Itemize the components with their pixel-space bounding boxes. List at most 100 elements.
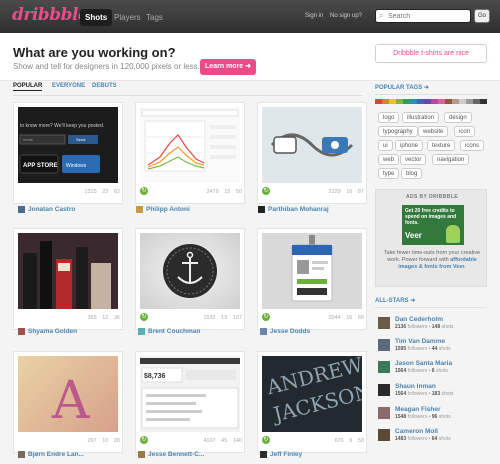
tag-type[interactable]: type bbox=[378, 168, 400, 179]
nav-shots[interactable]: Shots bbox=[80, 9, 113, 26]
shot-player[interactable]: Philipp Antoni bbox=[136, 205, 190, 215]
all-stars-heading[interactable]: ALL-STARS ➜ bbox=[375, 297, 415, 304]
tag-typography[interactable]: typography bbox=[378, 126, 418, 137]
no-signup-link[interactable]: No sign up? bbox=[330, 13, 362, 19]
likes-count: 53 bbox=[357, 438, 364, 444]
tag-navigation[interactable]: navigation bbox=[432, 154, 470, 165]
search-input[interactable] bbox=[388, 11, 468, 21]
color-swatch[interactable] bbox=[466, 99, 473, 104]
shot-player[interactable]: Brent Couchman bbox=[138, 327, 200, 337]
color-swatch[interactable] bbox=[438, 99, 445, 104]
comments-count: 12 bbox=[102, 315, 109, 321]
color-swatch[interactable] bbox=[382, 99, 389, 104]
shot-thumbnail[interactable]: $8,736 bbox=[140, 356, 240, 432]
color-swatch[interactable] bbox=[410, 99, 417, 104]
shot-player[interactable]: Jesse Bennett-C... bbox=[138, 450, 204, 460]
all-star-item[interactable]: Jason Santa Maria 1564 followers • 6 sho… bbox=[378, 360, 488, 378]
shot-thumbnail[interactable]: ANDREW JACKSON bbox=[262, 356, 362, 432]
tag-blog[interactable]: blog bbox=[401, 168, 423, 179]
shot-thumbnail[interactable]: A bbox=[18, 356, 118, 432]
shot-cityscape-illustration bbox=[18, 233, 118, 309]
shot-thumbnail[interactable] bbox=[140, 233, 240, 309]
star-name[interactable]: Tim Van Damme bbox=[395, 338, 445, 345]
shot-player[interactable]: Jeff Finley bbox=[260, 450, 302, 460]
color-swatch[interactable] bbox=[403, 99, 410, 104]
shot-card[interactable]: $8,736 ↻ 4107 45 140 bbox=[135, 351, 245, 453]
all-star-item[interactable]: Dan Cederholm 2136 followers • 148 shots bbox=[378, 316, 488, 334]
shot-letter-a-illustration: A bbox=[51, 371, 91, 431]
shot-player[interactable]: Parthiban Mohanraj bbox=[258, 205, 329, 215]
popular-tags-heading[interactable]: POPULAR TAGS ➜ bbox=[375, 84, 429, 91]
svg-text:to know more? We'll keep you p: to know more? We'll keep you posted. bbox=[20, 123, 104, 129]
color-swatch[interactable] bbox=[417, 99, 424, 104]
star-name[interactable]: Cameron Moll bbox=[395, 428, 438, 435]
all-star-item[interactable]: Meagan Fisher 1548 followers • 96 shots bbox=[378, 406, 488, 424]
sign-in-link[interactable]: Sign in bbox=[305, 13, 323, 19]
views-count: 1532 bbox=[203, 315, 216, 321]
shot-stats: 676 9 53 bbox=[262, 436, 364, 446]
shot-card[interactable]: 365 12 36 bbox=[13, 228, 123, 330]
tab-everyone[interactable]: EVERYONE bbox=[52, 83, 85, 89]
all-star-item[interactable]: Tim Van Damme 1595 followers • 44 shots bbox=[378, 338, 488, 356]
shot-card[interactable]: ↻ 2044 16 69 bbox=[257, 228, 367, 330]
sponsored-ad[interactable]: ADS BY DRIBBBLE Get 20 free credits to s… bbox=[375, 189, 487, 287]
dribbble-logo[interactable]: dribbble bbox=[12, 5, 89, 25]
star-name[interactable]: Meagan Fisher bbox=[395, 406, 441, 413]
tab-popular[interactable]: POPULAR bbox=[13, 83, 43, 91]
tag-icons[interactable]: icons bbox=[460, 140, 485, 151]
ad-heading: ADS BY DRIBBBLE bbox=[405, 194, 459, 200]
shot-card[interactable]: ANDREW JACKSON ↻ 676 9 53 bbox=[257, 351, 367, 453]
color-swatch[interactable] bbox=[431, 99, 438, 104]
shot-card[interactable]: A 297 10 28 bbox=[13, 351, 123, 453]
tag-logo[interactable]: logo bbox=[378, 112, 400, 123]
tag-iphone[interactable]: iphone bbox=[395, 140, 424, 151]
shot-card[interactable]: ↻ 1532 13 107 bbox=[135, 228, 245, 330]
shot-player[interactable]: Jesse Dodds bbox=[260, 327, 310, 337]
tag-web[interactable]: web bbox=[378, 154, 400, 165]
shot-card[interactable]: to know more? We'll keep you posted. ema… bbox=[13, 102, 123, 204]
tag-ui[interactable]: ui bbox=[378, 140, 393, 151]
color-swatch[interactable] bbox=[375, 99, 382, 104]
color-swatch[interactable] bbox=[459, 99, 466, 104]
shot-stats: 2479 15 50 bbox=[140, 187, 242, 197]
color-swatch[interactable] bbox=[452, 99, 459, 104]
shot-thumbnail[interactable]: to know more? We'll keep you posted. ema… bbox=[18, 107, 118, 183]
shot-thumbnail[interactable] bbox=[262, 107, 362, 183]
tag-website[interactable]: website bbox=[418, 126, 449, 137]
shot-card[interactable]: ↻ 2479 15 50 bbox=[135, 102, 245, 204]
nav-tags[interactable]: Tags bbox=[141, 9, 168, 26]
likes-count: 69 bbox=[357, 315, 364, 321]
tab-debuts[interactable]: DEBUTS bbox=[92, 83, 117, 89]
learn-more-button[interactable]: Learn more ➜ bbox=[200, 59, 256, 75]
all-star-item[interactable]: Cameron Moll 1483 followers • 64 shots bbox=[378, 428, 488, 446]
search-go-button[interactable]: Go bbox=[474, 9, 490, 23]
avatar bbox=[18, 450, 25, 458]
shot-player[interactable]: Bjørn Endre Lan... bbox=[18, 450, 84, 460]
tag-illustration[interactable]: illustration bbox=[402, 112, 440, 123]
shot-card[interactable]: ↻ 2129 16 87 bbox=[257, 102, 367, 204]
star-name[interactable]: Jason Santa Maria bbox=[395, 360, 452, 367]
star-name[interactable]: Shaun Inman bbox=[395, 383, 436, 390]
tag-design[interactable]: design bbox=[444, 112, 472, 123]
ad-text: Take fewer time-outs from your creative … bbox=[383, 250, 481, 270]
tag-vector[interactable]: vector bbox=[400, 154, 427, 165]
ad-banner-image[interactable]: Get 20 free credits to spend on images a… bbox=[402, 205, 464, 245]
color-swatch[interactable] bbox=[396, 99, 403, 104]
shot-thumbnail[interactable] bbox=[18, 233, 118, 309]
color-palette-bar[interactable] bbox=[375, 99, 487, 104]
color-swatch[interactable] bbox=[424, 99, 431, 104]
shot-player[interactable]: Shyama Golden bbox=[18, 327, 77, 337]
tag-texture[interactable]: texture bbox=[427, 140, 456, 151]
shot-thumbnail[interactable] bbox=[262, 233, 362, 309]
shot-player[interactable]: Jonatan Castro bbox=[18, 205, 75, 215]
all-star-item[interactable]: Shaun Inman 1564 followers • 183 shots bbox=[378, 383, 488, 401]
shot-thumbnail[interactable] bbox=[140, 107, 240, 183]
color-swatch[interactable] bbox=[473, 99, 480, 104]
color-swatch[interactable] bbox=[445, 99, 452, 104]
tag-icon[interactable]: icon bbox=[454, 126, 476, 137]
shot-typography-illustration: ANDREW JACKSON bbox=[263, 356, 362, 427]
color-swatch[interactable] bbox=[480, 99, 487, 104]
star-name[interactable]: Dan Cederholm bbox=[395, 316, 443, 323]
tshirts-promo-link[interactable]: Dribbble t-shirts are nice bbox=[375, 44, 487, 63]
color-swatch[interactable] bbox=[389, 99, 396, 104]
